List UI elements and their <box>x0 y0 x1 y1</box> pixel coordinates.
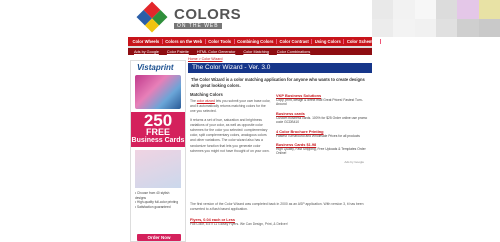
ad-link-body: Copy, print, design & direct mail Great … <box>276 98 363 107</box>
nav-color-schemes[interactable]: Color Schemes <box>344 39 381 44</box>
article-column: Matching Colors The color wizard lets yo… <box>188 92 272 164</box>
matching-colors-heading: Matching Colors <box>190 92 223 97</box>
ad-sample-cards-image <box>135 150 181 188</box>
nav-color-combinations[interactable]: Color Combinations <box>273 50 314 54</box>
vistaprint-logo: Vistaprint <box>137 63 174 72</box>
ad-cards-image <box>135 75 181 109</box>
ad-link-body: High Quality, Fast Shipping, Free Upload… <box>276 147 366 156</box>
nav-color-palette[interactable]: Color Palette <box>163 50 193 54</box>
color-swatch <box>478 0 500 19</box>
vistaprint-ad[interactable]: Vistaprint 250 FREE Business Cards • Cho… <box>130 60 186 242</box>
color-swatch <box>478 18 500 37</box>
primary-nav: Color Wheels Colors on the Web Color Too… <box>128 37 381 46</box>
ad-bullet-list: • Choose from 40 stylish designs • High-… <box>131 191 185 209</box>
ads-by-google-label[interactable]: Ads by Google <box>276 160 368 164</box>
color-swatch <box>393 18 415 37</box>
ad-bullet: • Satisfaction guaranteed <box>135 204 171 209</box>
ad-link-body: Custom business cards. 100% for $25 Orde… <box>276 115 368 125</box>
color-swatch <box>457 0 479 19</box>
color-wizard-link[interactable]: color wizard <box>197 99 215 103</box>
nav-combining-colors[interactable]: Combining Colors <box>235 39 277 44</box>
color-swatch <box>457 18 479 37</box>
bottom-content: The first version of the Color Wizard wa… <box>188 202 372 226</box>
color-swatch <box>372 18 394 37</box>
nav-color-wheels[interactable]: Color Wheels <box>130 39 163 44</box>
logo-title: COLORS <box>174 6 242 23</box>
ad-big-number: 250 <box>131 112 185 129</box>
paragraph-1: The color wizard lets you submit your ow… <box>190 99 271 114</box>
logo-subtitle: ON THE WEB <box>174 23 222 29</box>
flyers-ad-body: Full Color, 8.5 x 11 Glossy Flyers. We C… <box>190 222 288 227</box>
nav-color-matching[interactable]: Color Matching <box>239 50 273 54</box>
nav-colors-on-the-web[interactable]: Colors on the Web <box>163 39 206 44</box>
nav-color-contrast[interactable]: Color Contrast <box>277 39 313 44</box>
color-swatch <box>393 0 415 19</box>
ad-link-body: Fastest Turnaround and Wholesale Prices … <box>276 133 360 138</box>
breadcrumb[interactable]: Home > Color Wizard <box>188 57 372 61</box>
paragraph-2: It returns a set of hue, saturation and … <box>190 117 270 153</box>
ad-order-now-button[interactable]: Order Now <box>137 234 181 241</box>
content-columns: Matching Colors The color wizard lets yo… <box>188 92 372 164</box>
color-swatch <box>372 0 394 19</box>
version-history-text: The first version of the Color Wizard wa… <box>190 202 364 212</box>
page-title: The Color Wizard - Ver. 3.0 <box>188 63 372 73</box>
ad-bullet: • High-quality full-color printing <box>135 200 179 204</box>
color-swatch <box>436 0 458 19</box>
nav-html-color-generator[interactable]: HTML Color Generator <box>193 50 239 54</box>
site-logo[interactable]: COLORS ON THE WEB <box>135 0 258 34</box>
ads-by-google-link[interactable]: Ads by Google <box>130 50 163 54</box>
google-ads-column: VKP Business Solutions Copy, print, desi… <box>272 92 368 164</box>
ad-business-cards-text: Business Cards <box>131 137 185 147</box>
ad-bullet: • Choose from 40 stylish designs <box>135 191 170 200</box>
color-diamond-icon <box>135 0 169 34</box>
secondary-nav: Ads by Google Color Palette HTML Color G… <box>128 48 372 55</box>
header-color-swatches <box>372 0 500 37</box>
nav-using-colors[interactable]: Using Colors <box>312 39 345 44</box>
color-swatch <box>414 18 436 37</box>
intro-text: The Color Wizard is a color matching app… <box>191 77 365 88</box>
color-swatch <box>414 0 436 19</box>
ad-free-text: FREE <box>131 128 185 137</box>
nav-color-tools[interactable]: Color Tools <box>206 39 235 44</box>
color-swatch <box>436 18 458 37</box>
